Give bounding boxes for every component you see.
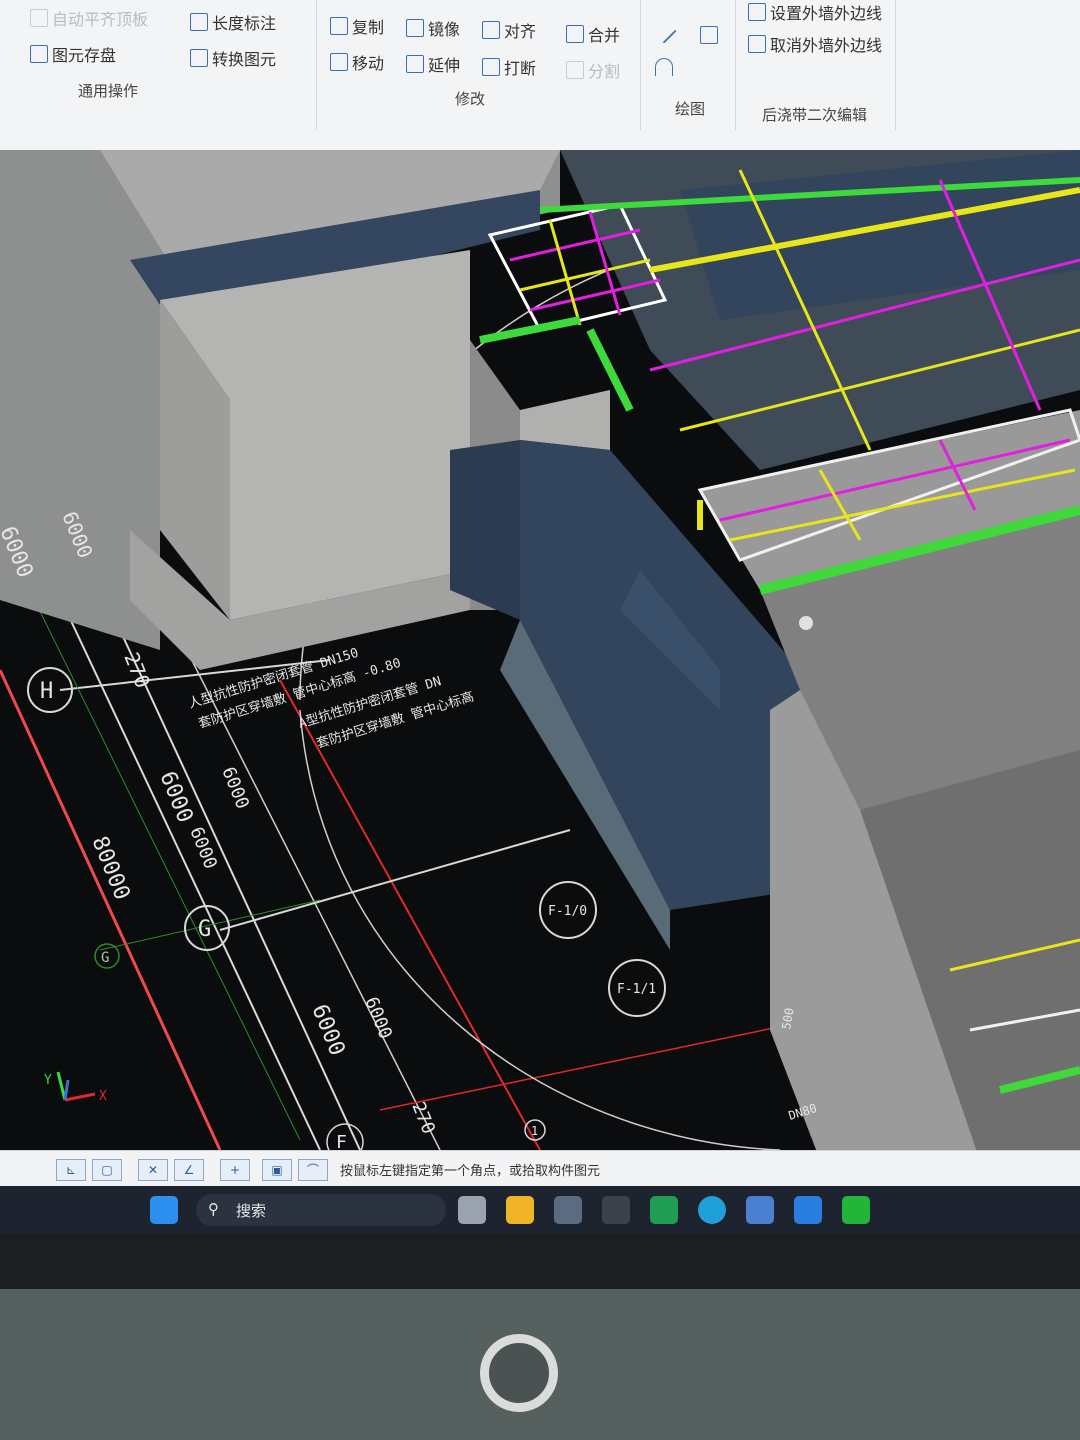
folder-icon[interactable]	[506, 1196, 534, 1224]
extend-icon	[406, 55, 424, 73]
section-marker-label-1: F-1/0	[548, 904, 587, 919]
cancel-outer-wall-line-button[interactable]: 取消外墙外边线	[748, 32, 882, 56]
convert-element-icon	[190, 49, 208, 67]
wechat-icon[interactable]	[842, 1196, 870, 1224]
taskbar-search-box[interactable]: ⚲ 搜索	[196, 1194, 446, 1226]
arc-icon	[655, 58, 673, 76]
copy-icon	[330, 17, 348, 35]
windows-taskbar: ⚲ 搜索	[0, 1186, 1080, 1234]
align-icon	[482, 21, 500, 39]
split-icon	[566, 61, 584, 79]
search-icon: ⚲	[208, 1200, 219, 1218]
draw-arc-button[interactable]	[655, 58, 673, 76]
rect-snap-button[interactable]: ▢	[92, 1159, 122, 1181]
group-label-draw: 绘图	[675, 100, 706, 118]
dim-text: 270	[119, 649, 155, 691]
ribbon-divider	[316, 0, 317, 130]
set-outer-line-icon	[748, 3, 766, 21]
dim-text: 6000	[185, 824, 221, 872]
axis-label-h: H	[40, 679, 53, 704]
merge-button[interactable]: 合并	[566, 22, 620, 46]
grid-toggle-button[interactable]: ▣	[262, 1159, 292, 1181]
dimension-icon	[190, 13, 208, 31]
axis-label-1: 1	[531, 1124, 538, 1138]
store-icon[interactable]	[554, 1196, 582, 1224]
ortho-toggle-button[interactable]: ⊾	[56, 1159, 86, 1181]
app-icon[interactable]	[602, 1196, 630, 1224]
convert-element-button[interactable]: 转换图元	[190, 46, 276, 70]
arc-snap-button[interactable]: ⌒	[298, 1159, 328, 1181]
save-element-icon	[30, 45, 48, 63]
dim-text: 6000	[154, 768, 197, 826]
mirror-button[interactable]: 镜像	[406, 16, 460, 40]
cad-3d-viewport[interactable]: H G G F F-1/0 F-1/1 1 6000 6000 6000 600…	[0, 150, 1080, 1160]
coordinate-axis-gizmo: X Y	[44, 1071, 107, 1104]
file-explorer-icon[interactable]	[458, 1196, 486, 1224]
draw-rect-button[interactable]	[700, 26, 718, 44]
break-button[interactable]: 打断	[482, 55, 536, 79]
rectangle-icon	[700, 26, 718, 44]
ribbon-divider	[640, 0, 641, 130]
group-label-modify: 修改	[455, 90, 486, 108]
dim-text: 80000	[86, 833, 134, 904]
calculator-icon[interactable]	[746, 1196, 774, 1224]
search-placeholder: 搜索	[236, 1202, 267, 1220]
tencent-icon[interactable]	[794, 1196, 822, 1224]
break-icon	[482, 58, 500, 76]
copy-button[interactable]: 复制	[330, 14, 384, 38]
length-dimension-button[interactable]: 长度标注	[190, 10, 276, 34]
axis-y-label: Y	[44, 1073, 52, 1088]
mail-icon[interactable]	[650, 1196, 678, 1224]
dim-text: 270	[407, 1099, 439, 1137]
angle-snap-button[interactable]: ∠	[174, 1159, 204, 1181]
power-button-icon	[480, 1334, 558, 1412]
start-icon[interactable]	[150, 1196, 178, 1224]
line-icon	[651, 18, 677, 44]
align-button[interactable]: 对齐	[482, 18, 536, 42]
laptop-bezel	[0, 1234, 1080, 1440]
axis-label-g-small: G	[101, 950, 109, 966]
ribbon-toolbar: 自动平齐顶板 长度标注 图元存盘 转换图元 通用操作 复制 镜像 对齐 合并 移…	[0, 0, 1080, 151]
ribbon-divider	[895, 0, 896, 130]
auto-align-top-button[interactable]: 自动平齐顶板	[30, 6, 148, 30]
axis-x-label: X	[99, 1089, 107, 1104]
offset-snap-button[interactable]: +	[220, 1159, 250, 1181]
align-top-icon	[30, 9, 48, 27]
move-cursor-icon	[799, 616, 813, 630]
viewport-drawing: H G G F F-1/0 F-1/1 1 6000 6000 6000 600…	[0, 150, 1080, 1160]
set-outer-wall-line-button[interactable]: 设置外墙外边线	[748, 0, 882, 24]
extend-button[interactable]: 延伸	[406, 52, 460, 76]
move-icon	[330, 53, 348, 71]
ribbon-divider	[735, 0, 736, 130]
cross-snap-button[interactable]: ✕	[138, 1159, 168, 1181]
command-hint: 按鼠标左键指定第一个角点，或拾取构件图元	[340, 1164, 601, 1179]
split-button[interactable]: 分割	[566, 58, 620, 82]
draw-line-button[interactable]	[651, 18, 677, 44]
bezel-edge	[0, 1234, 1080, 1289]
move-button[interactable]: 移动	[330, 50, 384, 74]
dim-text: 6000	[360, 994, 396, 1042]
dim-text: 6000	[306, 1001, 349, 1059]
photo-of-laptop-screen: 自动平齐顶板 长度标注 图元存盘 转换图元 通用操作 复制 镜像 对齐 合并 移…	[0, 0, 1080, 1440]
status-bar: ⊾ ▢ ✕ ∠ + ▣ ⌒ 按鼠标左键指定第一个角点，或拾取构件图元	[0, 1150, 1080, 1187]
edge-icon[interactable]	[698, 1196, 726, 1224]
mirror-icon	[406, 19, 424, 37]
axis-label-g: G	[198, 917, 211, 942]
section-marker-label-2: F-1/1	[617, 982, 656, 997]
group-label-common: 通用操作	[78, 82, 139, 100]
save-element-button[interactable]: 图元存盘	[30, 42, 116, 66]
group-label-post-pour: 后浇带二次编辑	[762, 106, 868, 124]
merge-icon	[566, 25, 584, 43]
cancel-outer-line-icon	[748, 35, 766, 53]
